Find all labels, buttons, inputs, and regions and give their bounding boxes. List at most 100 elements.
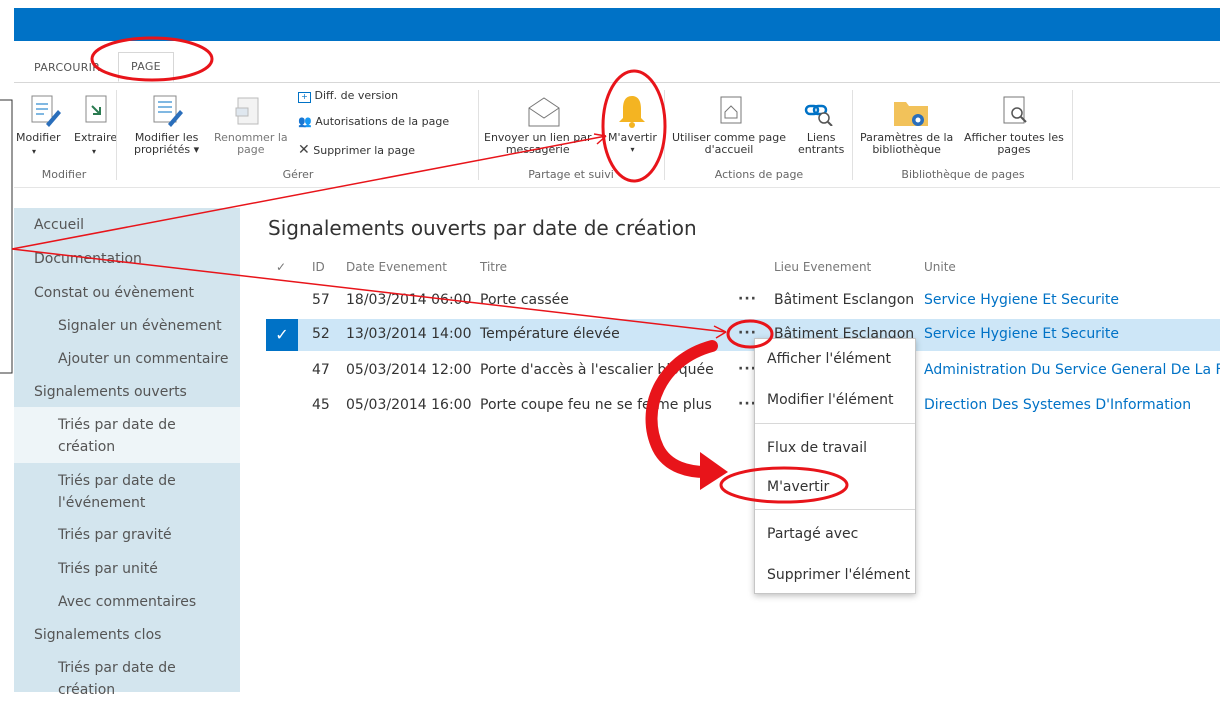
cell-lieu: Bâtiment Esclangon [774, 292, 915, 308]
modifier-button[interactable]: Modifier [16, 132, 60, 144]
liens-line2: entrants [798, 143, 845, 156]
autorisations-button[interactable]: 👥 Autorisations de la page [298, 116, 449, 128]
cell-date: 13/03/2014 14:00 [346, 326, 472, 342]
nav-signalements-ouverts[interactable]: Signalements ouverts [34, 381, 187, 403]
cell-titre-link[interactable]: Température élevée [480, 326, 620, 342]
diff-icon: + [298, 92, 311, 103]
incoming-links-icon [804, 104, 833, 126]
column-header-date[interactable]: Date Evenement [346, 260, 447, 274]
m-avertir-ribbon-label: M'avertir [608, 131, 657, 144]
menu-item-flux-travail[interactable]: Flux de travail [767, 440, 867, 456]
nav-tries-gravite[interactable]: Triés par gravité [58, 524, 172, 546]
cell-id: 52 [312, 326, 330, 342]
cell-unite-link[interactable]: Service Hygiene Et Securite [924, 326, 1119, 342]
nav-clos-tries-line1: Triés par date de [58, 660, 176, 676]
ribbon-divider [664, 90, 665, 180]
nav-clos-tries-line2: création [58, 682, 116, 698]
cell-titre-link[interactable]: Porte coupe feu ne se ferme plus [480, 397, 730, 413]
library-settings-icon [894, 102, 928, 126]
autorisations-label: Autorisations de la page [315, 115, 450, 128]
cell-date: 05/03/2014 12:00 [346, 362, 472, 378]
nav-tries-evenement-line1: Triés par date de [58, 473, 176, 489]
modifier-proprietes-line2: propriétés [134, 143, 191, 156]
menu-item-afficher[interactable]: Afficher l'élément [767, 351, 891, 367]
menu-divider [755, 423, 915, 424]
extraire-button[interactable]: Extraire [74, 132, 117, 144]
group-label-actions: Actions de page [714, 168, 804, 181]
cell-unite-link[interactable]: Service Hygiene Et Securite [924, 292, 1119, 308]
envoyer-lien-line2: messagerie [505, 143, 570, 156]
curved-arrowhead-icon [700, 452, 728, 490]
afficher-pages-button[interactable]: Afficher toutes les pages [964, 132, 1064, 156]
nav-tries-evenement[interactable]: Triés par date de l'événement [58, 470, 176, 514]
menu-item-supprimer[interactable]: Supprimer l'élément [767, 567, 910, 583]
nav-ajouter-commentaire[interactable]: Ajouter un commentaire [58, 348, 228, 370]
bracket-annotation [0, 99, 13, 374]
nav-constat[interactable]: Constat ou évènement [34, 282, 194, 304]
row-checkbox-checked[interactable]: ✓ [266, 319, 298, 351]
liens-entrants-button[interactable]: Liens entrants [798, 132, 844, 156]
extraire-dropdown-icon[interactable]: ▾ [92, 146, 96, 158]
item-context-menu: Afficher l'élément Modifier l'élément Fl… [754, 338, 916, 594]
diff-version-label: Diff. de version [314, 89, 399, 102]
nav-signalements-clos[interactable]: Signalements clos [34, 624, 161, 646]
parametres-line2: bibliothèque [872, 143, 941, 156]
menu-item-partage[interactable]: Partagé avec [767, 526, 858, 542]
envoyer-lien-button[interactable]: Envoyer un lien par messagerie [484, 132, 592, 156]
all-pages-icon [1003, 96, 1027, 124]
cell-unite-link[interactable]: Direction Des Systemes D'Information [924, 397, 1191, 413]
nav-accueil[interactable]: Accueil [34, 214, 84, 236]
page-properties-icon [153, 95, 183, 127]
utiliser-accueil-button[interactable]: Utiliser comme page d'accueil [672, 132, 786, 156]
supprimer-page-label: Supprimer la page [313, 144, 416, 157]
menu-item-m-avertir[interactable]: M'avertir [767, 479, 829, 495]
cell-id: 45 [312, 397, 330, 413]
home-page-icon [720, 96, 742, 124]
nav-tries-creation-line1: Triés par date de [58, 417, 176, 433]
ribbon-divider [478, 90, 479, 180]
menu-divider [755, 509, 915, 510]
renommer-button[interactable]: Renommer la page [214, 132, 288, 156]
column-header-lieu[interactable]: Lieu Evenement [774, 260, 871, 274]
column-header-id[interactable]: ID [312, 260, 325, 274]
group-label-modifier: Modifier [41, 168, 87, 181]
modifier-dropdown-icon[interactable]: ▾ [32, 146, 36, 158]
nav-avec-commentaires[interactable]: Avec commentaires [58, 591, 196, 613]
cell-titre-link[interactable]: Porte d'accès à l'escalier bloquée [480, 362, 730, 378]
supprimer-page-button[interactable]: ✕ Supprimer la page [298, 143, 416, 157]
tab-page[interactable]: PAGE [118, 52, 174, 82]
cell-date: 18/03/2014 06:00 [346, 292, 472, 308]
rename-page-icon [235, 97, 259, 125]
nav-documentation[interactable]: Documentation [34, 248, 142, 270]
menu-item-modifier[interactable]: Modifier l'élément [767, 392, 894, 408]
parametres-bibliotheque-button[interactable]: Paramètres de la bibliothèque [860, 132, 953, 156]
cell-unite-link[interactable]: Administration Du Service General De La … [924, 362, 1220, 378]
nav-signaler[interactable]: Signaler un évènement [58, 315, 222, 337]
column-header-unite[interactable]: Unite [924, 260, 956, 274]
nav-tries-creation[interactable]: Triés par date de création [58, 414, 176, 458]
nav-clos-tries-creation[interactable]: Triés par date de création [58, 657, 176, 701]
nav-tries-creation-line2: création [58, 439, 116, 455]
bell-icon [619, 96, 645, 128]
ribbon-divider [1072, 90, 1073, 180]
m-avertir-ribbon-button[interactable]: M'avertir ▾ [608, 132, 657, 156]
edit-page-icon [31, 95, 61, 127]
group-label-partage: Partage et suivi [528, 168, 614, 181]
nav-tries-evenement-line2: l'événement [58, 495, 146, 511]
m-avertir-dropdown-icon: ▾ [630, 145, 635, 154]
cell-id: 47 [312, 362, 330, 378]
group-label-gerer: Gérer [282, 168, 314, 181]
ribbon-divider [852, 90, 853, 180]
diff-version-button[interactable]: + Diff. de version [298, 90, 398, 103]
column-header-titre[interactable]: Titre [480, 260, 507, 274]
nav-tries-unite[interactable]: Triés par unité [58, 558, 158, 580]
column-header-check[interactable]: ✓ [276, 260, 286, 274]
cell-titre-link[interactable]: Porte cassée [480, 292, 569, 308]
ellipsis-menu-button[interactable]: ··· [738, 291, 757, 307]
cell-date: 05/03/2014 16:00 [346, 397, 472, 413]
modifier-proprietes-button[interactable]: Modifier les propriétés ▾ [134, 132, 199, 156]
tab-parcourir[interactable]: PARCOURIR [34, 54, 100, 82]
utiliser-line2: d'accueil [704, 143, 754, 156]
renommer-line2: page [237, 143, 265, 156]
afficher-line2: pages [997, 143, 1031, 156]
